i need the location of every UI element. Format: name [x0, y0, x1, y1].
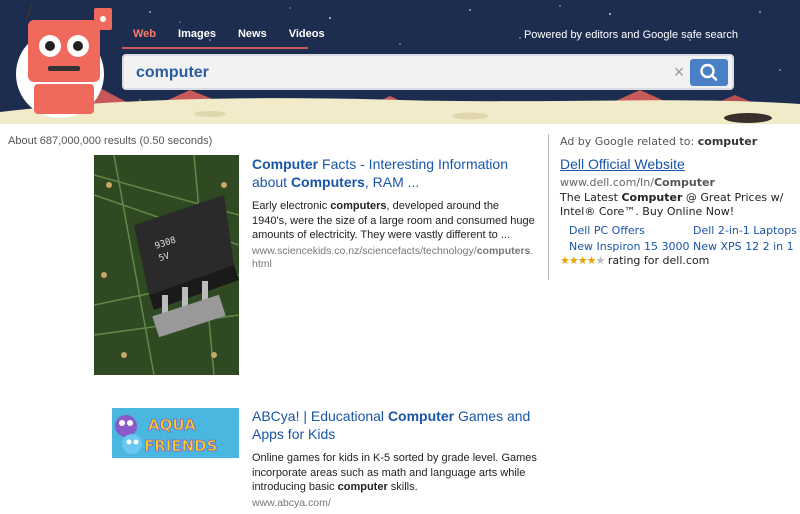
search-bar: × [122, 54, 734, 90]
header-banner: Web Images News Videos Powered by editor… [0, 0, 800, 124]
sitelink-dell-2-in-1-laptops[interactable]: Dell 2-in-1 Laptops [693, 223, 800, 239]
search-icon [700, 63, 718, 81]
result-title-link[interactable]: ABCya! | Educational Computer Games and … [252, 407, 537, 443]
search-input[interactable] [136, 62, 656, 84]
star-rating-icon: ★★★★★ [560, 254, 605, 267]
ad-label: Ad by Google related to: computer [560, 135, 758, 148]
result-snippet: Online games for kids in K-5 sorted by g… [252, 452, 537, 493]
ad-rating: ★★★★★ rating for dell.com [560, 254, 710, 267]
result-url[interactable]: www.abcya.com/ [252, 497, 537, 510]
results-stats: About 687,000,000 results (0.50 seconds) [8, 135, 213, 147]
search-result: ABCya! | Educational Computer Games and … [252, 407, 537, 510]
search-result: Computer Facts - Interesting Information… [252, 155, 537, 271]
aqua-friends-image: AQUA FRIENDS [112, 408, 239, 458]
svg-text:FRIENDS: FRIENDS [144, 437, 217, 455]
ad-sitelinks: Dell PC Offers Dell 2-in-1 Laptops New I… [569, 223, 797, 255]
tabs-underline [122, 47, 308, 49]
sitelink-dell-pc-offers[interactable]: Dell PC Offers [569, 223, 693, 239]
result-snippet: Early electronic computers, developed ar… [252, 200, 535, 241]
ad-description: The Latest Computer @ Great Prices w/ In… [560, 191, 784, 218]
result-url[interactable]: www.sciencekids.co.nz/sciencefacts/techn… [252, 245, 537, 271]
circuit-board-image: 93085V [94, 155, 239, 375]
search-button[interactable] [690, 59, 728, 86]
ad-url[interactable]: www.dell.com/In/Computer [560, 176, 796, 189]
result-thumbnail-circuit-board[interactable]: 9308 5V [94, 155, 239, 375]
aqua-friends-logo-text: AQUA [148, 416, 196, 434]
ad-divider [548, 134, 549, 280]
robot-mascot-logo [16, 4, 112, 118]
sitelink-new-xps-12-2-in-1[interactable]: New XPS 12 2 in 1 [693, 239, 800, 255]
result-thumbnail-aqua-friends[interactable]: AQUA FRIENDS [112, 408, 239, 458]
sitelink-new-inspiron-15-3000[interactable]: New Inspiron 15 3000 [569, 239, 693, 255]
sponsored-ad: Ad by Google related to: computer Dell O… [560, 135, 797, 267]
close-icon[interactable]: × [670, 63, 688, 81]
ad-title-link[interactable]: Dell Official Website [560, 156, 796, 172]
powered-by-text: Powered by editors and Google safe searc… [523, 29, 738, 41]
result-title-link[interactable]: Computer Facts - Interesting Information… [252, 155, 537, 191]
